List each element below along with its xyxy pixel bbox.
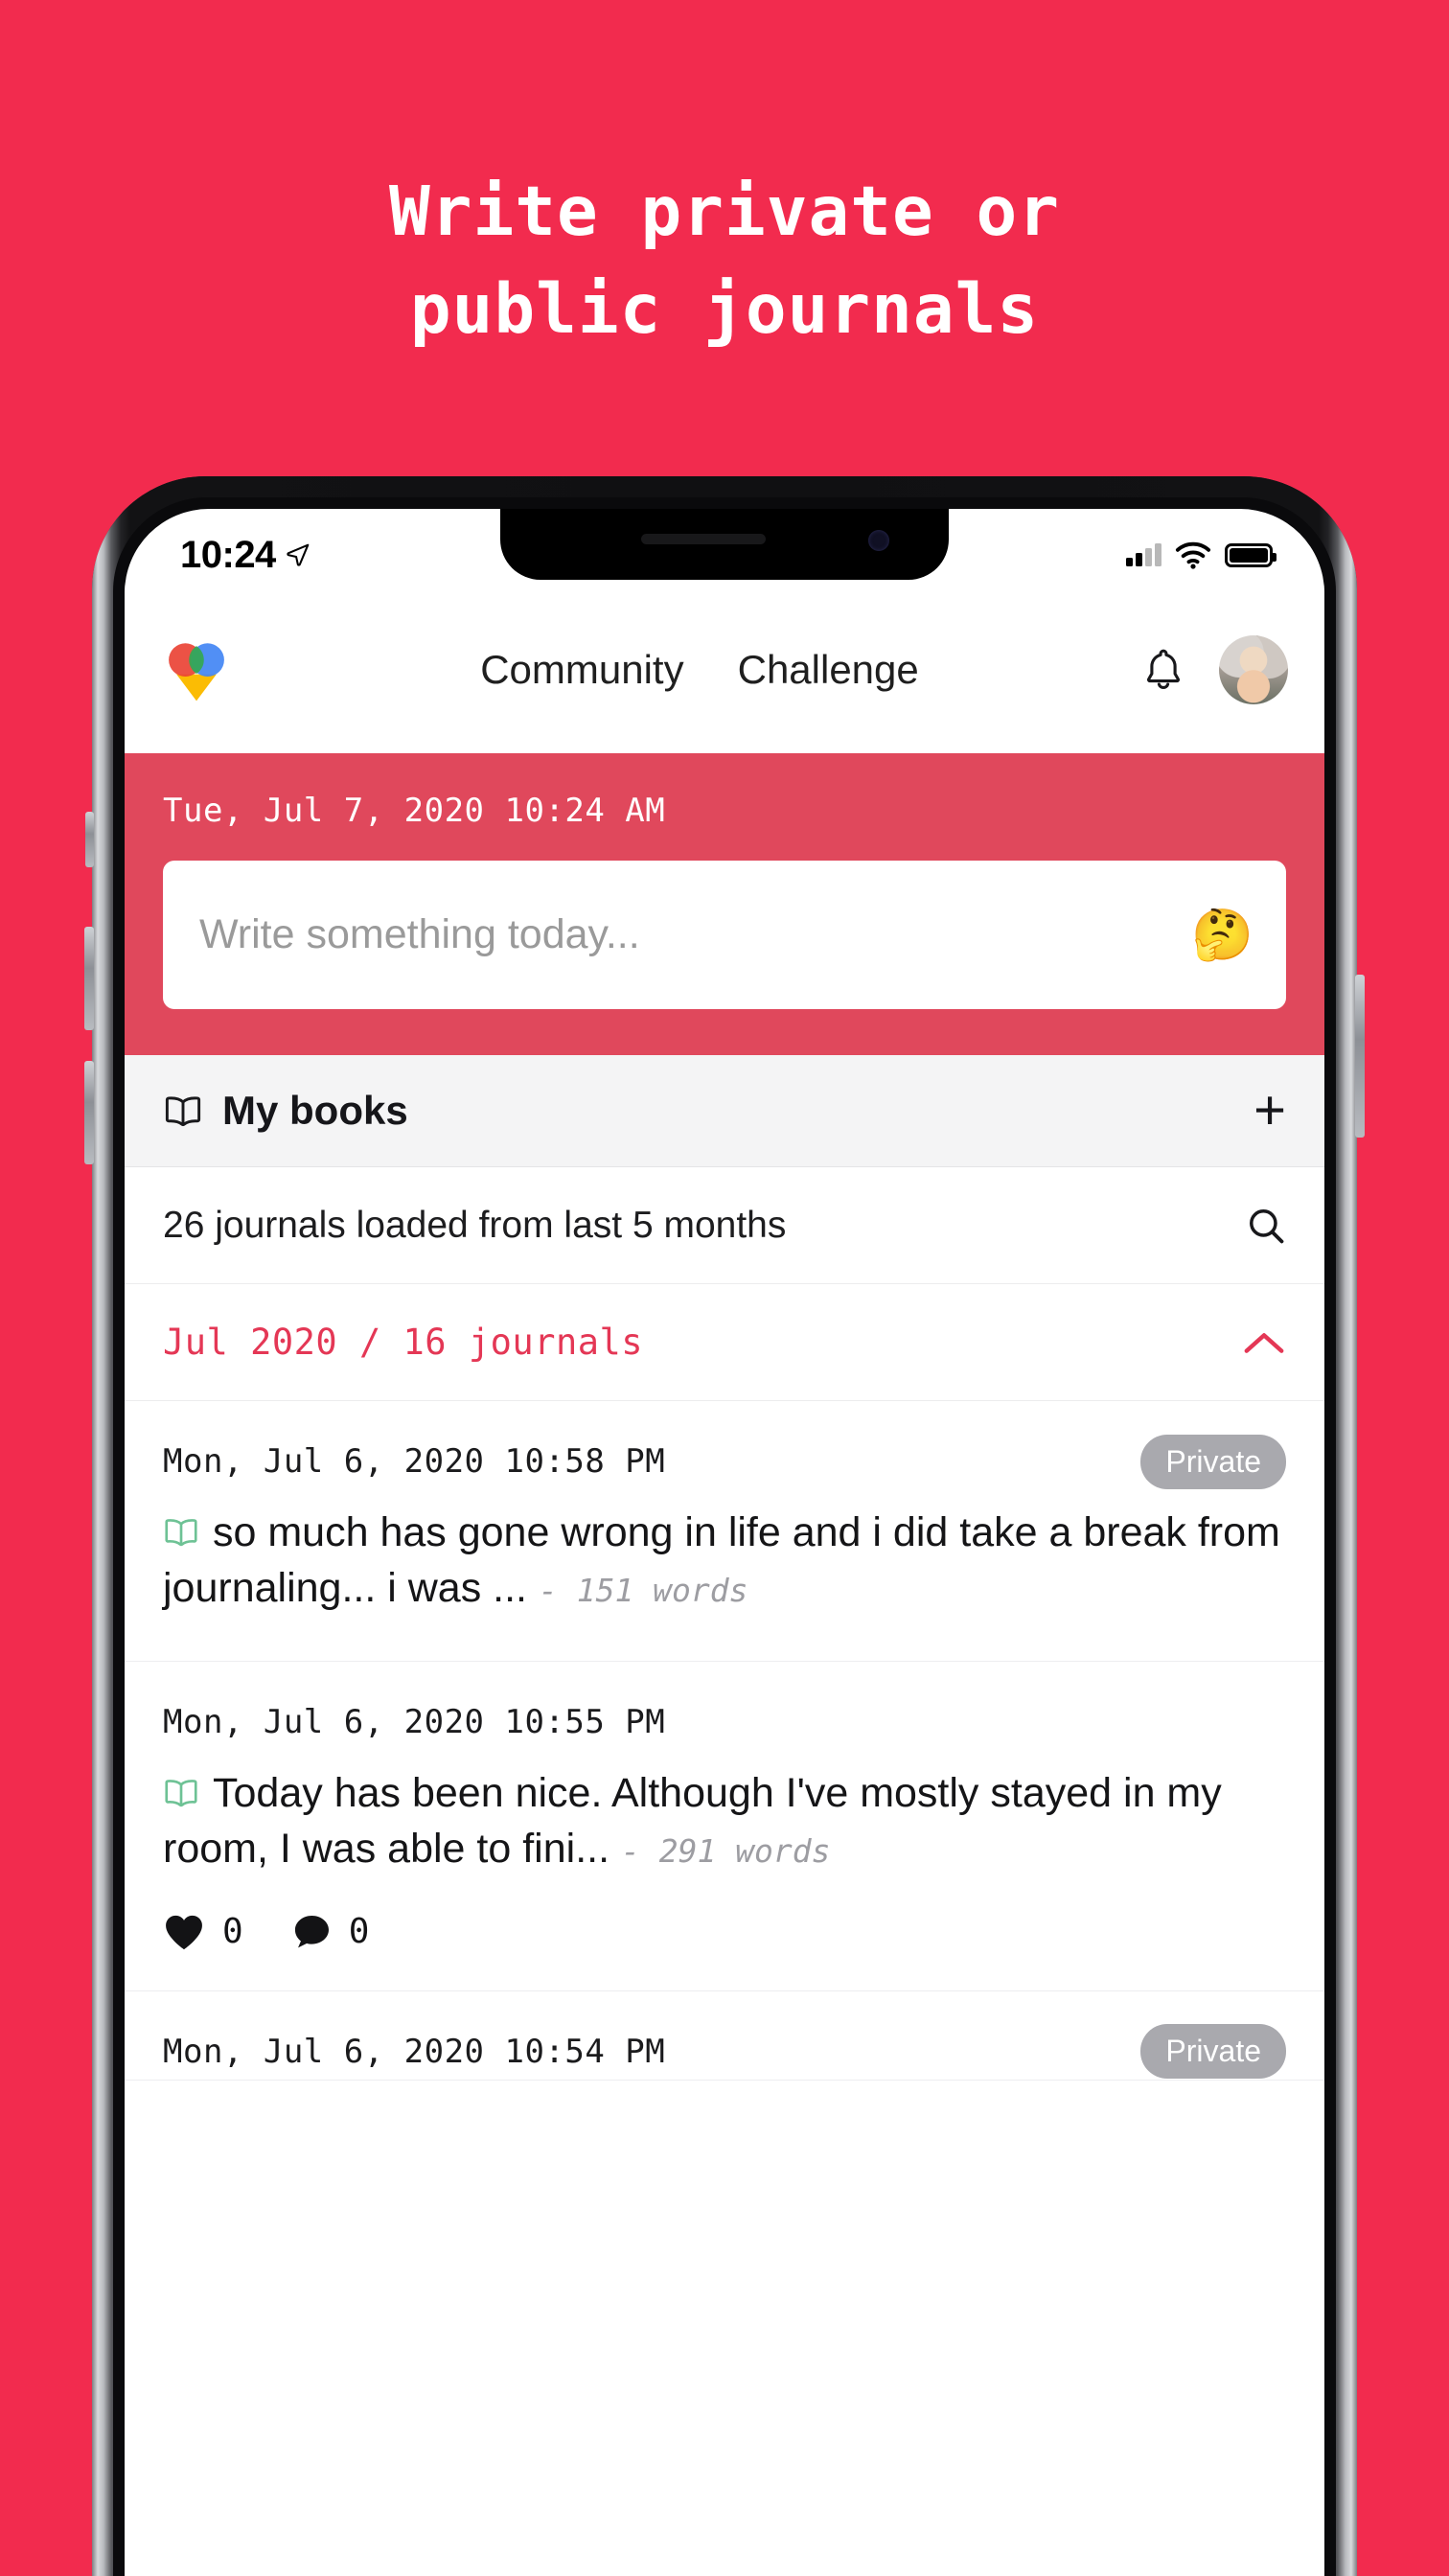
compose-input[interactable]: Write something today... 🤔 (163, 861, 1286, 1009)
phone-mute-switch[interactable] (85, 812, 94, 867)
cellular-bars-icon (1126, 543, 1162, 566)
open-book-icon (165, 1519, 197, 1547)
wifi-icon (1175, 541, 1211, 569)
entry-actions: 0 0 (163, 1877, 1286, 1990)
entry-header: Mon, Jul 6, 2020 10:58 PM Private (163, 1434, 1286, 1489)
entry-header: Mon, Jul 6, 2020 10:54 PM Private (163, 2024, 1286, 2080)
phone-notch (500, 509, 949, 580)
add-book-button[interactable]: + (1254, 1083, 1286, 1138)
like-action[interactable]: 0 (163, 1912, 243, 1951)
status-bar-right (1126, 541, 1276, 569)
open-book-icon (165, 1780, 197, 1807)
compose-placeholder: Write something today... (199, 911, 640, 957)
journal-entry[interactable]: Mon, Jul 6, 2020 10:58 PM Private so muc… (125, 1401, 1324, 1662)
like-count: 0 (222, 1912, 243, 1952)
open-book-icon (165, 1096, 201, 1127)
thinking-face-icon[interactable]: 🤔 (1191, 910, 1254, 960)
journals-loaded-text: 26 journals loaded from last 5 months (163, 1204, 787, 1246)
comment-count: 0 (348, 1912, 370, 1952)
heart-filled-icon[interactable] (163, 1913, 205, 1951)
location-arrow-icon (287, 543, 310, 566)
nav-link-community[interactable]: Community (480, 647, 683, 693)
phone-power-button[interactable] (1355, 975, 1365, 1138)
bell-icon[interactable] (1142, 646, 1184, 694)
phone-volume-down-button[interactable] (84, 1061, 94, 1164)
phone-volume-up-button[interactable] (84, 927, 94, 1030)
status-bar-left: 10:24 (180, 534, 310, 577)
journals-loaded-row: 26 journals loaded from last 5 months (125, 1167, 1324, 1284)
earpiece-speaker-icon (641, 534, 766, 544)
nav-link-challenge[interactable]: Challenge (738, 647, 919, 693)
promo-headline: Write private or public journals (0, 163, 1449, 358)
journal-entry[interactable]: Mon, Jul 6, 2020 10:54 PM Private (125, 1991, 1324, 2081)
headline-line-1: Write private or (389, 172, 1060, 251)
battery-full-icon (1225, 542, 1276, 567)
comment-bubble-icon[interactable] (289, 1912, 332, 1952)
my-books-title: My books (222, 1088, 408, 1133)
status-time: 10:24 (180, 533, 276, 576)
search-icon[interactable] (1246, 1206, 1286, 1246)
compose-date: Tue, Jul 7, 2020 10:24 AM (163, 792, 666, 830)
nav-links: Community Challenge (257, 647, 1142, 693)
month-group-header[interactable]: Jul 2020 / 16 journals (125, 1284, 1324, 1401)
compose-section: Tue, Jul 7, 2020 10:24 AM Write somethin… (125, 753, 1324, 1055)
my-books-header: My books + (125, 1055, 1324, 1167)
entry-date: Mon, Jul 6, 2020 10:55 PM (163, 1702, 666, 1741)
comment-action[interactable]: 0 (289, 1912, 370, 1952)
status-badge: Private (1140, 1434, 1286, 1489)
entry-date: Mon, Jul 6, 2020 10:54 PM (163, 2032, 666, 2071)
entry-body: so much has gone wrong in life and i did… (163, 1505, 1286, 1617)
headline-line-2: public journals (409, 269, 1040, 349)
entry-wordcount: - 291 words (620, 1832, 831, 1871)
entry-wordcount: - 151 words (538, 1572, 748, 1610)
entry-body: Today has been nice. Although I've mostl… (163, 1765, 1286, 1877)
app-navbar: Community Challenge (125, 586, 1324, 753)
entry-date: Mon, Jul 6, 2020 10:58 PM (163, 1442, 666, 1481)
chevron-up-icon[interactable] (1242, 1329, 1286, 1356)
nav-right (1142, 634, 1288, 704)
phone-screen: 10:24 Community Challenge Tue, Jul 7, 20… (125, 509, 1324, 2576)
journal-entries-list: Mon, Jul 6, 2020 10:58 PM Private so muc… (125, 1401, 1324, 2576)
avatar[interactable] (1219, 634, 1288, 704)
my-books-left: My books (163, 1088, 408, 1134)
status-badge: Private (1140, 2024, 1286, 2080)
promo-screenshot: Write private or public journals 10:24 C… (0, 0, 1449, 2576)
heart-logo-icon (169, 642, 224, 701)
entry-header: Mon, Jul 6, 2020 10:55 PM (163, 1694, 1286, 1750)
entry-spacer (163, 1617, 1286, 1661)
month-group-label: Jul 2020 / 16 journals (163, 1322, 644, 1363)
phone-mockup: 10:24 Community Challenge Tue, Jul 7, 20… (84, 476, 1365, 2576)
journal-entry[interactable]: Mon, Jul 6, 2020 10:55 PM Today has been… (125, 1662, 1324, 1991)
front-camera-icon (868, 530, 889, 551)
